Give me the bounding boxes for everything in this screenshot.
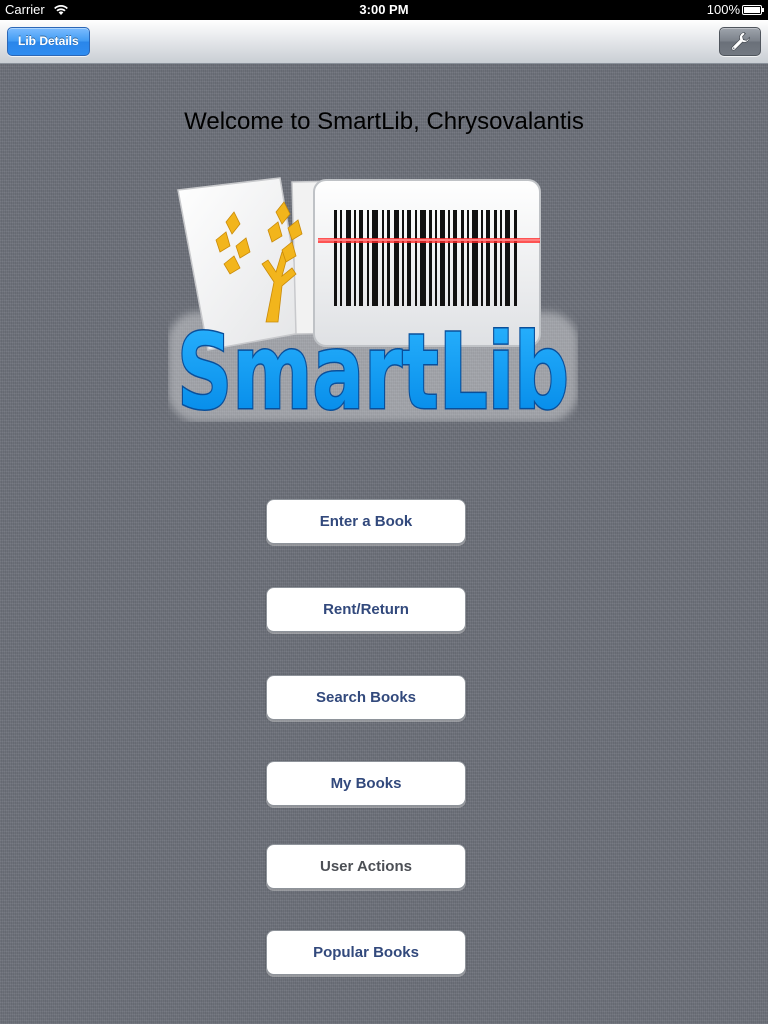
welcome-message: Welcome to SmartLib, Chrysovalantis [184, 108, 584, 135]
navigation-bar: Lib Details [0, 20, 768, 64]
popular-books-button[interactable]: Popular Books [266, 930, 466, 975]
status-time: 3:00 PM [359, 2, 409, 17]
search-books-button[interactable]: Search Books [266, 675, 466, 720]
enter-book-button[interactable]: Enter a Book [266, 499, 466, 544]
battery-percentage: 100% [706, 2, 740, 17]
wrench-icon [731, 32, 750, 51]
battery-icon [742, 5, 764, 15]
user-actions-button[interactable]: User Actions [266, 844, 466, 889]
logo-wordmark: SmartLib [177, 311, 569, 422]
status-bar: Carrier 3:00 PM 100% [0, 0, 768, 20]
smartlib-logo: SmartLib [168, 177, 578, 422]
lib-details-button[interactable]: Lib Details [7, 27, 90, 56]
rent-return-button[interactable]: Rent/Return [266, 587, 466, 632]
my-books-button[interactable]: My Books [266, 761, 466, 806]
settings-button[interactable] [719, 27, 761, 56]
